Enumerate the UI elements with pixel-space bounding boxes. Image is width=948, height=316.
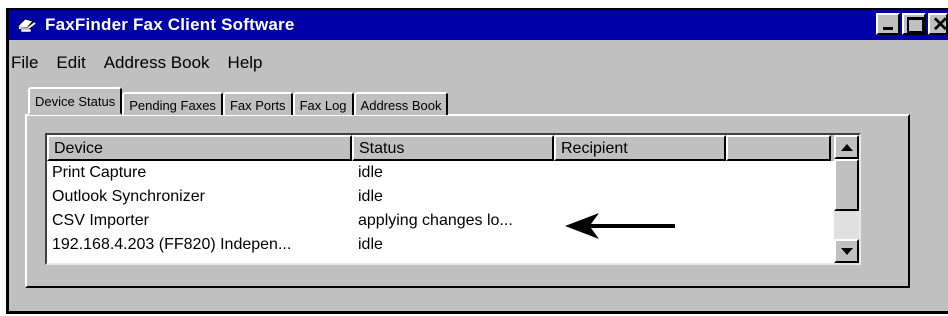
menu-file[interactable]: File — [9, 53, 47, 73]
tab-pending-faxes[interactable]: Pending Faxes — [122, 92, 223, 115]
device-status-list[interactable]: Device Status Recipient Print Capture id… — [45, 133, 861, 265]
window-title: FaxFinder Fax Client Software — [45, 15, 295, 34]
menu-edit[interactable]: Edit — [47, 53, 94, 73]
device-cell: Outlook Synchronizer — [52, 188, 205, 205]
tab-address-book[interactable]: Address Book — [353, 92, 449, 115]
table-row[interactable]: 192.168.4.203 (FF820) Indepen... idle — [47, 233, 831, 257]
table-row[interactable]: CSV Importer applying changes lo... — [47, 209, 831, 233]
close-button[interactable]: ✕ — [928, 13, 948, 36]
table-row[interactable]: Print Capture idle — [47, 161, 831, 185]
status-cell: idle — [358, 188, 383, 205]
left-arrow-icon — [565, 213, 675, 239]
column-header-empty[interactable] — [726, 135, 831, 161]
maximize-button[interactable] — [902, 13, 926, 35]
tab-strip: Device Status Pending Faxes Fax Ports Fa… — [28, 87, 449, 115]
menu-address-book[interactable]: Address Book — [95, 53, 219, 73]
status-cell: idle — [358, 164, 383, 181]
menu-bar: File Edit Address Book Help — [9, 50, 272, 76]
column-header-status[interactable]: Status — [352, 135, 554, 161]
minimize-button[interactable] — [876, 13, 900, 35]
scroll-down-button[interactable] — [834, 239, 859, 263]
status-cell: applying changes lo... — [358, 212, 513, 229]
menu-help[interactable]: Help — [219, 53, 272, 73]
vertical-scrollbar[interactable] — [834, 135, 859, 263]
window-controls: ✕ — [876, 13, 948, 36]
column-header-recipient[interactable]: Recipient — [554, 135, 726, 161]
scroll-up-button[interactable] — [834, 135, 859, 159]
tab-fax-ports[interactable]: Fax Ports — [222, 92, 293, 115]
title-bar[interactable]: FaxFinder Fax Client Software ✕ — [9, 10, 948, 40]
status-cell: idle — [358, 236, 383, 253]
device-cell: Print Capture — [52, 164, 147, 181]
scroll-thumb[interactable] — [834, 159, 859, 211]
column-header-device[interactable]: Device — [47, 135, 352, 161]
tab-device-status[interactable]: Device Status — [28, 87, 123, 115]
device-cell: CSV Importer — [52, 212, 149, 229]
fax-app-icon[interactable] — [15, 15, 37, 35]
table-row[interactable]: Outlook Synchronizer idle — [47, 185, 831, 209]
close-icon: ✕ — [932, 14, 948, 36]
tab-fax-log[interactable]: Fax Log — [292, 92, 354, 115]
list-header: Device Status Recipient — [47, 135, 859, 161]
device-cell: 192.168.4.203 (FF820) Indepen... — [52, 236, 292, 253]
list-rows: Print Capture idle Outlook Synchronizer … — [47, 161, 831, 257]
